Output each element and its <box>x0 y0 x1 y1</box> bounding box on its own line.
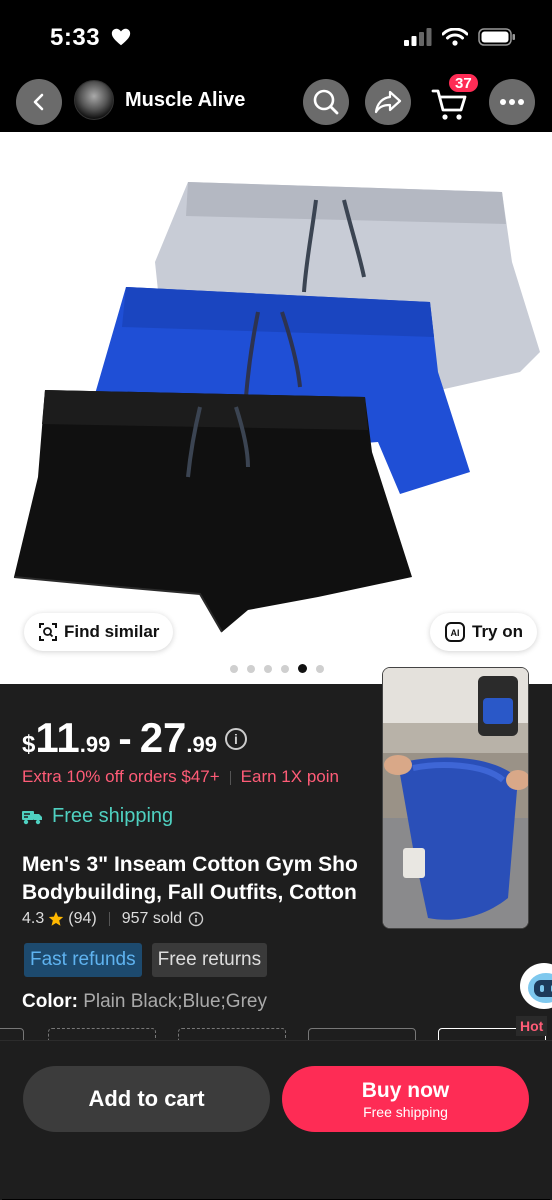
add-to-cart-button[interactable]: Add to cart <box>23 1066 270 1132</box>
find-similar-button[interactable]: Find similar <box>24 613 174 651</box>
shop-avatar[interactable] <box>74 80 114 120</box>
rating-value: 4.3 <box>22 910 45 927</box>
variant-chip[interactable] <box>48 1028 156 1040</box>
buy-now-button[interactable]: Buy now Free shipping <box>282 1066 529 1132</box>
sold-count: 957 sold <box>121 910 183 927</box>
price-low-main: 11 <box>35 714 80 761</box>
black-shorts-image <box>13 390 412 633</box>
buy-now-label: Buy now <box>361 1078 450 1102</box>
product-title[interactable]: Men's 3" Inseam Cotton Gym Sho Bodybuild… <box>22 851 402 907</box>
price-high-main: 27 <box>139 714 187 761</box>
color-row[interactable]: Color: Plain Black;Blue;Grey <box>22 991 267 1013</box>
price-low-cents: .99 <box>79 732 111 757</box>
chevron-left-icon <box>33 93 44 111</box>
share-icon <box>374 90 402 114</box>
carousel-dot[interactable] <box>264 664 272 673</box>
share-button[interactable] <box>365 79 411 125</box>
buy-now-sublabel: Free shipping <box>363 1103 448 1120</box>
assistant-bot-icon[interactable] <box>518 958 552 1014</box>
truck-icon <box>22 810 42 824</box>
scan-icon <box>39 623 57 641</box>
video-thumbnail <box>383 668 528 928</box>
heart-icon <box>111 28 131 46</box>
shop-name[interactable]: Muscle Alive <box>125 89 245 112</box>
promo-row[interactable]: Extra 10% off orders $47+ Earn 1X poin <box>22 767 339 787</box>
try-on-button[interactable]: AI Try on <box>430 613 538 651</box>
star-icon <box>49 911 64 926</box>
status-time: 5:33 <box>50 24 101 51</box>
price-range: $ 11 .99 - 27 .99 <box>22 714 217 762</box>
shipping-label: Free shipping <box>52 805 174 827</box>
carousel-indicator <box>230 664 324 673</box>
back-button[interactable] <box>16 79 62 125</box>
color-label: Color: <box>22 991 78 1012</box>
price-dash: - <box>118 717 132 761</box>
hot-label[interactable]: Hot <box>516 1016 548 1036</box>
fast-refunds-badge[interactable]: Fast refunds <box>24 943 142 977</box>
points-text: Earn 1X poin <box>240 767 339 786</box>
carousel-dot[interactable] <box>247 664 255 673</box>
floating-video-player[interactable] <box>382 667 529 929</box>
nav-bar: Muscle Alive 37 <box>0 72 552 132</box>
battery-icon <box>478 28 515 46</box>
find-similar-label: Find similar <box>64 622 160 641</box>
status-icons <box>404 28 516 46</box>
carousel-dot[interactable] <box>281 664 289 673</box>
carousel-dot-active[interactable] <box>298 664 307 673</box>
try-on-label: Try on <box>472 622 524 641</box>
more-button[interactable] <box>489 79 535 125</box>
variant-chip[interactable] <box>178 1028 286 1040</box>
divider <box>229 770 231 785</box>
review-count: (94) <box>68 910 97 927</box>
status-bar: 5:33 <box>0 0 552 72</box>
add-to-cart-label: Add to cart <box>88 1086 205 1111</box>
more-icon <box>500 99 524 105</box>
search-button[interactable] <box>303 79 349 125</box>
ai-icon: AI <box>445 622 465 642</box>
bottom-action-bar: Add to cart Buy now Free shipping <box>0 1040 552 1200</box>
product-image <box>13 182 540 633</box>
service-badges: Fast refunds Free returns <box>24 943 268 977</box>
variant-thumbnails <box>0 1028 552 1040</box>
price-currency: $ <box>22 731 36 758</box>
info-icon <box>189 911 204 927</box>
price-high-cents: .99 <box>186 732 217 757</box>
cart-count-badge: 37 <box>447 72 480 94</box>
color-value: Plain Black;Blue;Grey <box>83 991 267 1012</box>
wifi-icon <box>442 28 468 46</box>
price-info-icon[interactable]: i <box>225 728 247 750</box>
free-returns-badge[interactable]: Free returns <box>151 943 268 977</box>
carousel-dot[interactable] <box>230 664 238 673</box>
carousel-dot[interactable] <box>316 664 324 673</box>
shipping-row[interactable]: Free shipping <box>22 805 173 828</box>
product-title-line-2: Bodybuilding, Fall Outfits, Cotton <box>22 881 357 904</box>
signal-icon <box>404 28 432 46</box>
search-icon <box>313 89 339 115</box>
svg-text:AI: AI <box>451 628 460 638</box>
rating-row[interactable]: 4.3 (94) 957 sold <box>22 910 204 928</box>
divider <box>108 912 110 926</box>
promo-text: Extra 10% off orders $47+ <box>22 767 220 786</box>
variant-chip[interactable] <box>308 1028 416 1040</box>
product-title-line-1: Men's 3" Inseam Cotton Gym Sho <box>22 853 358 876</box>
product-image-carousel[interactable]: Find similar AI Try on <box>0 132 552 684</box>
variant-chip[interactable] <box>0 1028 24 1040</box>
